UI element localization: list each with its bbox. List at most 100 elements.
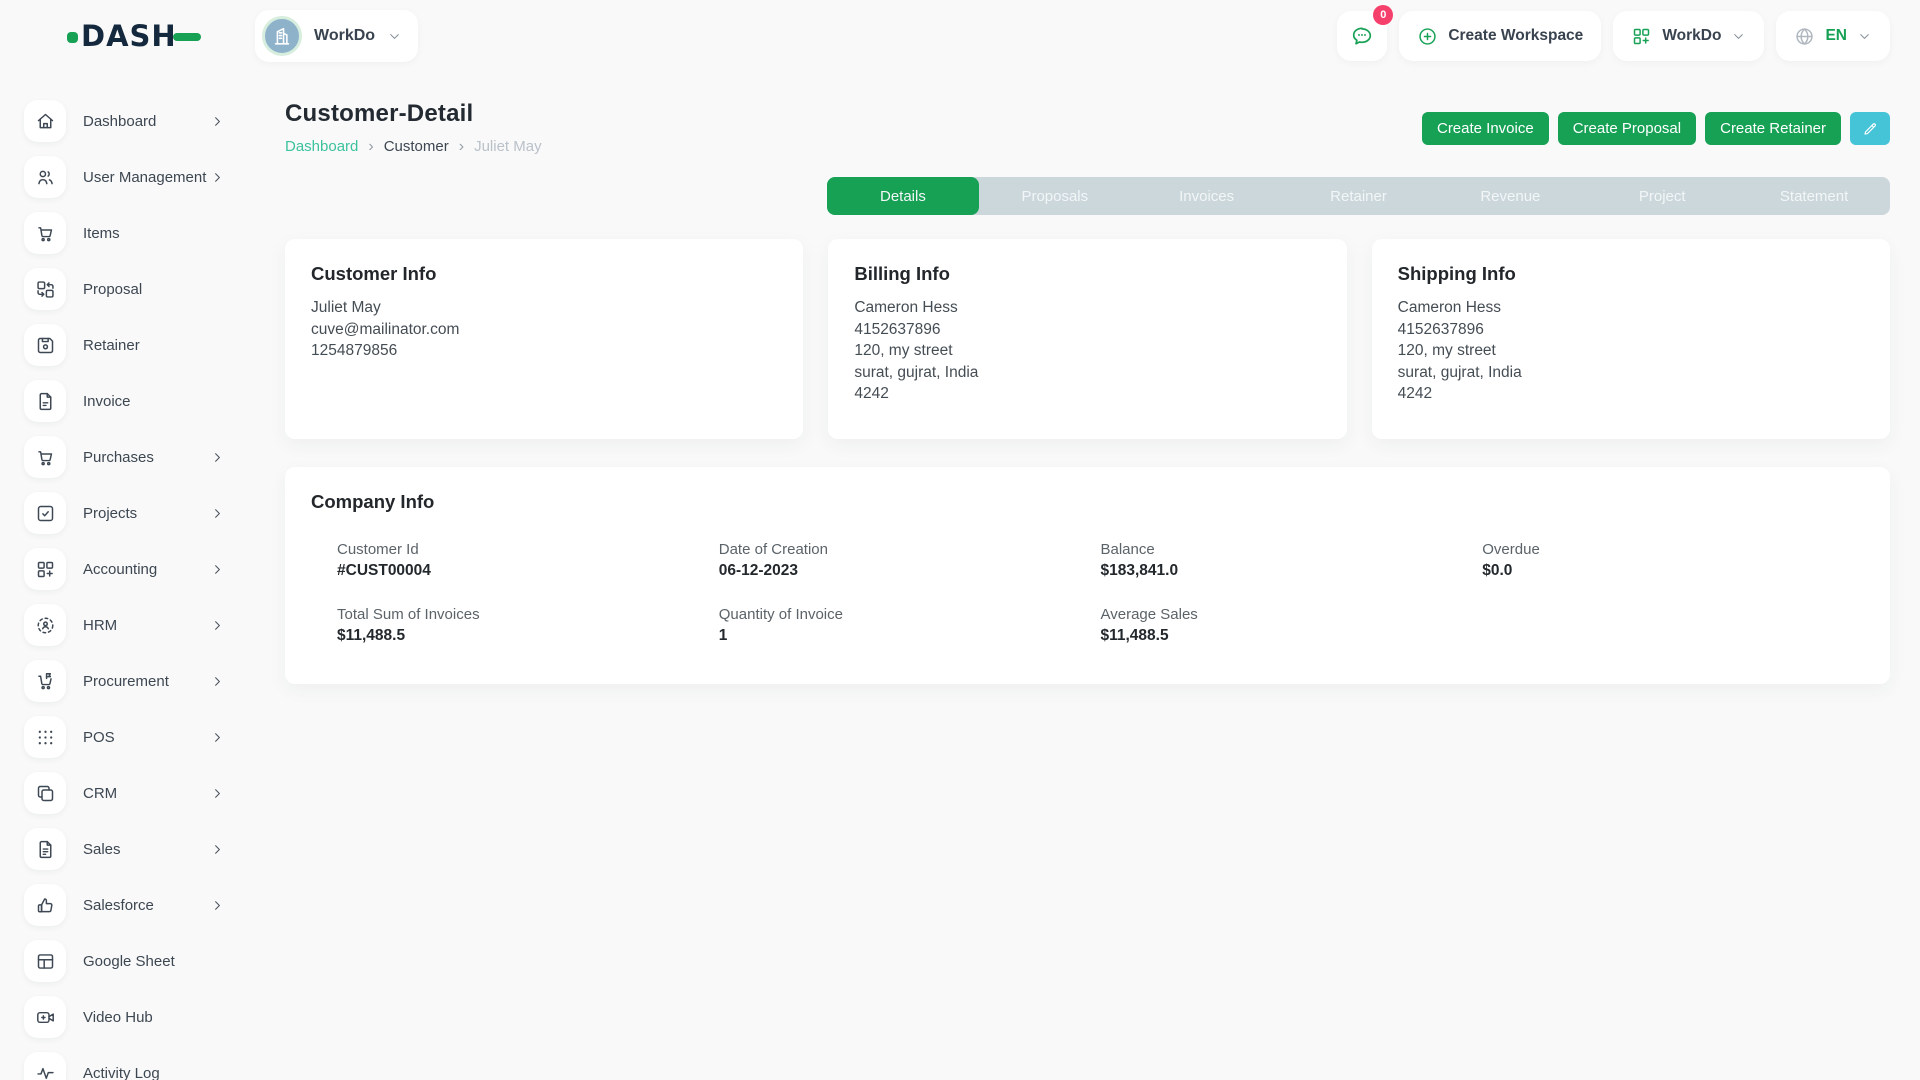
edit-customer-button[interactable] [1850, 112, 1890, 145]
sidebar-item-purchases[interactable]: Purchases [24, 436, 225, 478]
page-actions: Create Invoice Create Proposal Create Reta… [1422, 112, 1890, 145]
company-stats: Customer Id#CUST00004Date of Creation06-… [311, 541, 1864, 645]
breadcrumb: Dashboard›Customer›Juliet May [285, 138, 542, 155]
create-proposal-button[interactable]: Create Proposal [1558, 112, 1696, 145]
stat-label: Customer Id [337, 541, 719, 558]
sidebar-item-label: Projects [83, 505, 210, 522]
users-icon [24, 156, 66, 198]
sidebar-item-pos[interactable]: POS [24, 716, 225, 758]
sidebar-item-proposal[interactable]: Proposal [24, 268, 225, 310]
topbar: DASH WorkDo 0 Create Workspace WorkDo EN [0, 0, 1920, 72]
sidebar-item-label: HRM [83, 617, 210, 634]
sidebar-item-activity-log[interactable]: Activity Log [24, 1052, 225, 1080]
card-title: Customer Info [311, 263, 777, 285]
topbar-actions: 0 Create Workspace WorkDo EN [1337, 11, 1890, 61]
tab-invoices[interactable]: Invoices [1131, 177, 1283, 215]
stat-overdue: Overdue$0.0 [1482, 541, 1864, 580]
tab-proposals[interactable]: Proposals [979, 177, 1131, 215]
sidebar-item-user-management[interactable]: User Management [24, 156, 225, 198]
sidebar-item-projects[interactable]: Projects [24, 492, 225, 534]
chevron-right-icon [210, 898, 225, 913]
sidebar-item-label: Dashboard [83, 113, 210, 130]
thumbs-up-icon [24, 884, 66, 926]
tab-details[interactable]: Details [827, 177, 979, 215]
pencil-icon [1862, 121, 1878, 137]
chevron-right-icon [210, 842, 225, 857]
activity-icon [24, 1052, 66, 1080]
sidebar-item-sales[interactable]: Sales [24, 828, 225, 870]
dash-logo: DASH [67, 19, 201, 53]
sidebar-item-video-hub[interactable]: Video Hub [24, 996, 225, 1038]
stat-average-sales: Average Sales$11,488.5 [1101, 606, 1483, 645]
sidebar-item-google-sheet[interactable]: Google Sheet [24, 940, 225, 982]
info-line: cuve@mailinator.com [311, 319, 777, 341]
language-selector[interactable]: EN [1776, 11, 1890, 61]
sidebar-item-hrm[interactable]: HRM [24, 604, 225, 646]
sidebar-item-label: Purchases [83, 449, 210, 466]
sidebar-item-accounting[interactable]: Accounting [24, 548, 225, 590]
sidebar-item-items[interactable]: Items [24, 212, 225, 254]
breadcrumb-item-juliet-may: Juliet May [474, 138, 542, 155]
sidebar-item-dashboard[interactable]: Dashboard [24, 100, 225, 142]
chevron-right-icon [210, 506, 225, 521]
tab-statement[interactable]: Statement [1738, 177, 1890, 215]
stat-label: Date of Creation [719, 541, 1101, 558]
sidebar-item-salesforce[interactable]: Salesforce [24, 884, 225, 926]
dots-grid-icon [24, 716, 66, 758]
sidebar-item-crm[interactable]: CRM [24, 772, 225, 814]
chevron-right-icon [210, 786, 225, 801]
stat-total-sum-of-invoices: Total Sum of Invoices$11,488.5 [337, 606, 719, 645]
info-line: 4152637896 [1398, 319, 1864, 341]
sidebar-item-invoice[interactable]: Invoice [24, 380, 225, 422]
chevron-down-icon [387, 29, 402, 44]
workspace-selector[interactable]: WorkDo [255, 10, 418, 62]
stat-label: Balance [1101, 541, 1483, 558]
stat-quantity-of-invoice: Quantity of Invoice1 [719, 606, 1101, 645]
chevron-right-icon [210, 450, 225, 465]
info-cards-row: Customer Info Juliet Maycuve@mailinator.c… [285, 239, 1890, 439]
create-invoice-button[interactable]: Create Invoice [1422, 112, 1549, 145]
info-lines: Cameron Hess4152637896120, my streetsura… [1398, 297, 1864, 405]
customer-info-card: Customer Info Juliet Maycuve@mailinator.c… [285, 239, 803, 439]
breadcrumb-item-dashboard[interactable]: Dashboard [285, 138, 358, 155]
create-workspace-label: Create Workspace [1448, 27, 1583, 45]
messages-button[interactable]: 0 [1337, 11, 1387, 61]
tab-retainer[interactable]: Retainer [1283, 177, 1435, 215]
card-title: Shipping Info [1398, 263, 1864, 285]
logo-area: DASH [0, 19, 255, 53]
globe-icon [1794, 26, 1815, 47]
create-retainer-button[interactable]: Create Retainer [1705, 112, 1841, 145]
tab-project[interactable]: Project [1586, 177, 1738, 215]
info-line: surat, gujrat, India [854, 362, 1320, 384]
tab-revenue[interactable]: Revenue [1434, 177, 1586, 215]
stat-value: $0.0 [1482, 562, 1864, 580]
sidebar: Dashboard User Management Items Proposal Ret… [0, 72, 255, 1080]
create-workspace-button[interactable]: Create Workspace [1399, 11, 1601, 61]
video-icon [24, 996, 66, 1038]
breadcrumb-separator: › [368, 139, 373, 155]
copy-icon [24, 772, 66, 814]
file-icon [24, 380, 66, 422]
workspace-menu-button[interactable]: WorkDo [1613, 11, 1764, 61]
info-line: Cameron Hess [854, 297, 1320, 319]
stat-value: 1 [719, 627, 1101, 645]
stat-customer-id: Customer Id#CUST00004 [337, 541, 719, 580]
chat-bubble-icon [1350, 24, 1374, 48]
info-line: surat, gujrat, India [1398, 362, 1864, 384]
breadcrumb-item-customer[interactable]: Customer [384, 138, 449, 155]
chevron-right-icon [210, 114, 225, 129]
stat-balance: Balance$183,841.0 [1101, 541, 1483, 580]
sidebar-item-procurement[interactable]: Procurement [24, 660, 225, 702]
company-info-card: Company Info Customer Id#CUST00004Date o… [285, 467, 1890, 684]
transfer-icon [24, 268, 66, 310]
info-line: 4152637896 [854, 319, 1320, 341]
stat-label: Average Sales [1101, 606, 1483, 623]
info-line: 120, my street [854, 340, 1320, 362]
building-icon [262, 16, 302, 56]
sidebar-item-retainer[interactable]: Retainer [24, 324, 225, 366]
logo-dash-bar [173, 33, 201, 41]
plus-circle-icon [1417, 26, 1438, 47]
stat-date-of-creation: Date of Creation06-12-2023 [719, 541, 1101, 580]
logo-dot [67, 32, 78, 43]
info-line: Juliet May [311, 297, 777, 319]
